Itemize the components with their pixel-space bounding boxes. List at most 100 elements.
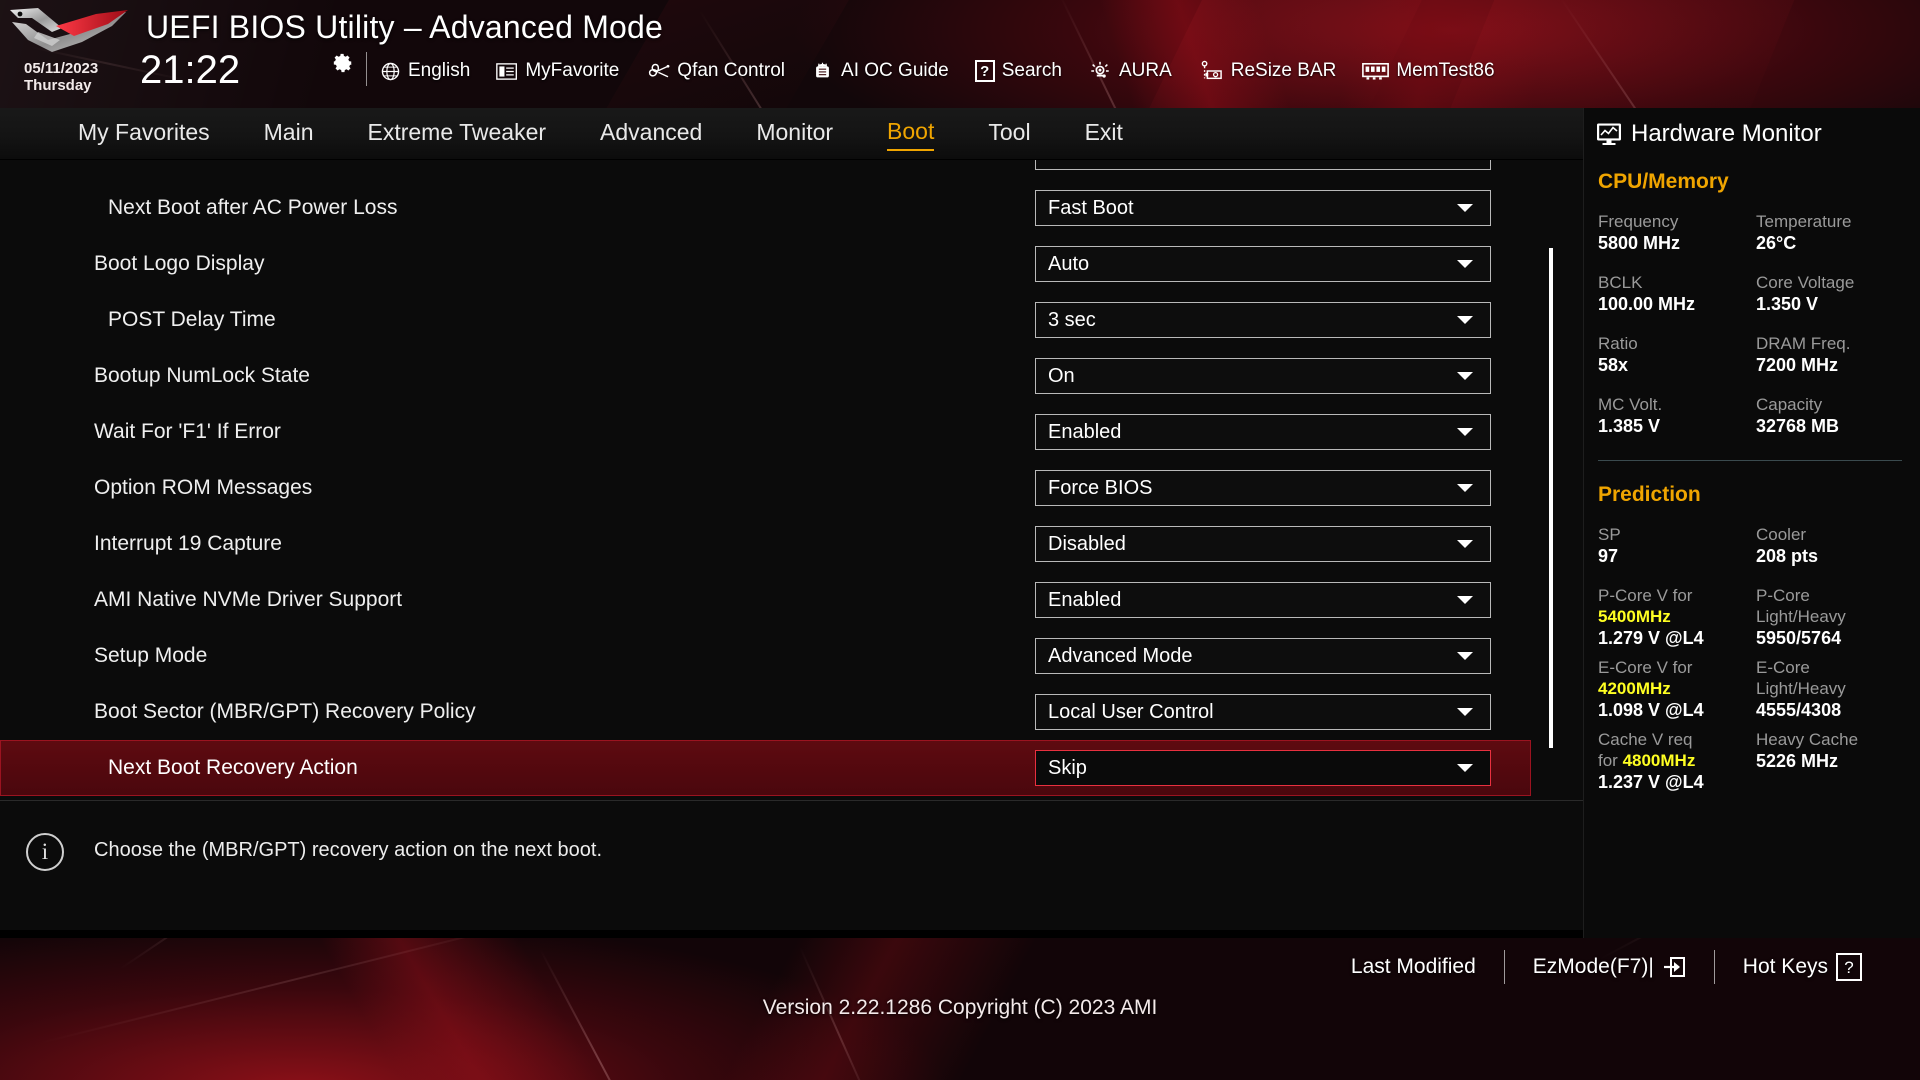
last-modified-button[interactable]: Last Modified: [1323, 955, 1504, 979]
hot-keys-label: Hot Keys: [1742, 955, 1828, 978]
header-tool-label: MemTest86: [1396, 60, 1495, 81]
table-row[interactable]: POST Delay Time 3 sec: [0, 292, 1531, 348]
hw-key: DRAM Freq.: [1756, 334, 1851, 353]
table-row[interactable]: Next Boot after AC Power Loss Fast Boot: [0, 180, 1531, 236]
table-row[interactable]: Bootup NumLock State On: [0, 348, 1531, 404]
setting-dropdown[interactable]: Skip: [1035, 750, 1491, 786]
fan-icon: [649, 63, 670, 77]
last-modified-label: Last Modified: [1350, 955, 1476, 978]
tab-exit[interactable]: Exit: [1085, 117, 1123, 150]
help-text: Choose the (MBR/GPT) recovery action on …: [94, 839, 603, 861]
tab-tool[interactable]: Tool: [988, 117, 1030, 150]
table-row[interactable]: AMI Native NVMe Driver Support Enabled: [0, 572, 1531, 628]
setting-dropdown[interactable]: Force BIOS: [1035, 470, 1491, 506]
hw-value: 58x: [1598, 355, 1629, 375]
setting-dropdown[interactable]: Disabled: [1035, 526, 1491, 562]
hw-pair: Ratio 58x: [1598, 316, 1756, 377]
tab-main[interactable]: Main: [264, 117, 314, 150]
hw-value: 5226 MHz: [1756, 751, 1839, 771]
hw-value: 97: [1598, 546, 1619, 566]
setting-label: AMI Native NVMe Driver Support: [94, 588, 403, 611]
hw-value: 1.350 V: [1756, 294, 1819, 314]
tab-monitor[interactable]: Monitor: [756, 117, 833, 150]
tab-advanced[interactable]: Advanced: [600, 117, 702, 150]
hw-value: 26°C: [1756, 233, 1797, 253]
hw-key: Heavy Cache: [1756, 730, 1859, 749]
chevron-down-icon: [1457, 316, 1473, 324]
header-tool-myfavorite[interactable]: MyFavorite: [496, 60, 633, 82]
ezmode-button[interactable]: EzMode(F7)|: [1505, 955, 1714, 979]
hw-section-prediction-grid: SP 97 Cooler 208 pts P-Core V for 5400MH…: [1584, 507, 1920, 794]
tab-boot[interactable]: Boot: [887, 116, 935, 151]
hw-prediction-pair: Cache V req for 4800MHz 1.237 V @L4: [1598, 722, 1756, 794]
hw-key: Temperature: [1756, 212, 1852, 231]
hardware-monitor-title: Hardware Monitor: [1584, 108, 1920, 148]
setting-label: Next Boot Recovery Action: [108, 756, 358, 779]
ai-chip-icon: [816, 62, 829, 78]
hw-key-highlight: 4200MHz: [1598, 679, 1671, 698]
header-tool-label: Search: [1001, 60, 1062, 81]
hw-pair: Capacity 32768 MB: [1756, 377, 1920, 438]
table-row[interactable]: Option ROM Messages Force BIOS: [0, 460, 1531, 516]
table-row[interactable]: Boot Sector (MBR/GPT) Recovery Policy Lo…: [0, 684, 1531, 740]
header-tool-label: Qfan Control: [677, 60, 786, 81]
setting-dropdown[interactable]: [1035, 160, 1491, 170]
question-box-icon: ?: [1836, 953, 1862, 981]
setting-dropdown[interactable]: On: [1035, 358, 1491, 394]
setting-label: Wait For 'F1' If Error: [94, 420, 281, 443]
hw-key: Frequency: [1598, 212, 1679, 231]
setting-dropdown[interactable]: Local User Control: [1035, 694, 1491, 730]
scrollbar-thumb[interactable]: [1549, 248, 1553, 748]
table-row-selected[interactable]: Next Boot Recovery Action Skip: [0, 740, 1531, 796]
table-row[interactable]: Setup Mode Advanced Mode: [0, 628, 1531, 684]
table-row[interactable]: [0, 160, 1531, 180]
header-decor-shape: [1441, 0, 1799, 108]
bios-screen: UEFI BIOS Utility – Advanced Mode 05/11/…: [0, 0, 1920, 1080]
chevron-down-icon: [1457, 428, 1473, 436]
chevron-down-icon: [1457, 484, 1473, 492]
setting-dropdown[interactable]: Enabled: [1035, 582, 1491, 618]
tab-extreme-tweaker[interactable]: Extreme Tweaker: [368, 117, 547, 150]
header-tool-search[interactable]: ? Search: [974, 60, 1076, 82]
setting-label: Boot Sector (MBR/GPT) Recovery Policy: [94, 700, 476, 723]
hardware-monitor-panel: Hardware Monitor CPU/Memory Frequency 58…: [1583, 108, 1920, 938]
header-tool-memtest86[interactable]: MemTest86: [1362, 60, 1508, 82]
footer-bar: Last Modified EzMode(F7)| Hot Keys ? Ver…: [0, 938, 1920, 1080]
footer-streak: [119, 938, 469, 970]
setting-dropdown[interactable]: 3 sec: [1035, 302, 1491, 338]
header-tool-label: ReSize BAR: [1230, 60, 1337, 81]
content-scrollbar[interactable]: [1549, 168, 1553, 788]
header-tool-english[interactable]: English: [380, 60, 484, 82]
tab-my-favorites[interactable]: My Favorites: [78, 117, 210, 150]
setting-dropdown[interactable]: Auto: [1035, 246, 1491, 282]
setting-label: Bootup NumLock State: [94, 364, 310, 387]
hw-value: 1.279 V @L4: [1598, 628, 1704, 648]
header-tool-ai-oc-guide[interactable]: AI OC Guide: [811, 60, 963, 82]
setting-label: Next Boot after AC Power Loss: [108, 196, 398, 219]
hw-key: Core Voltage: [1756, 273, 1855, 292]
hw-value: 208 pts: [1756, 546, 1819, 566]
help-bar: i Choose the (MBR/GPT) recovery action o…: [0, 800, 1583, 930]
table-row[interactable]: Boot Logo Display Auto: [0, 236, 1531, 292]
header-tool-aura[interactable]: AURA: [1088, 60, 1186, 82]
exit-arrow-icon: [1663, 957, 1685, 977]
header-tool-qfan-control[interactable]: Qfan Control: [645, 60, 799, 82]
setting-dropdown[interactable]: Fast Boot: [1035, 190, 1491, 226]
table-row[interactable]: Wait For 'F1' If Error Enabled: [0, 404, 1531, 460]
setting-dropdown[interactable]: Advanced Mode: [1035, 638, 1491, 674]
header-tool-resize-bar[interactable]: ReSize BAR: [1198, 60, 1351, 82]
setting-value: On: [1048, 364, 1075, 387]
memory-module-icon: [1362, 62, 1390, 80]
hw-prediction-pair: E-Core Light/Heavy 4555/4308: [1756, 650, 1920, 722]
favorite-list-icon: [496, 62, 518, 80]
hw-pair: DRAM Freq. 7200 MHz: [1756, 316, 1920, 377]
hot-keys-button[interactable]: Hot Keys ?: [1715, 953, 1890, 981]
hw-key: P-Core Light/Heavy: [1756, 585, 1920, 627]
hw-pair: Cooler 208 pts: [1756, 507, 1920, 568]
gear-icon[interactable]: [332, 52, 354, 74]
setting-value: Disabled: [1048, 532, 1126, 555]
chevron-down-icon: [1457, 260, 1473, 268]
table-row[interactable]: Interrupt 19 Capture Disabled: [0, 516, 1531, 572]
setting-dropdown[interactable]: Enabled: [1035, 414, 1491, 450]
header-decor-shape: [1143, 0, 1437, 108]
